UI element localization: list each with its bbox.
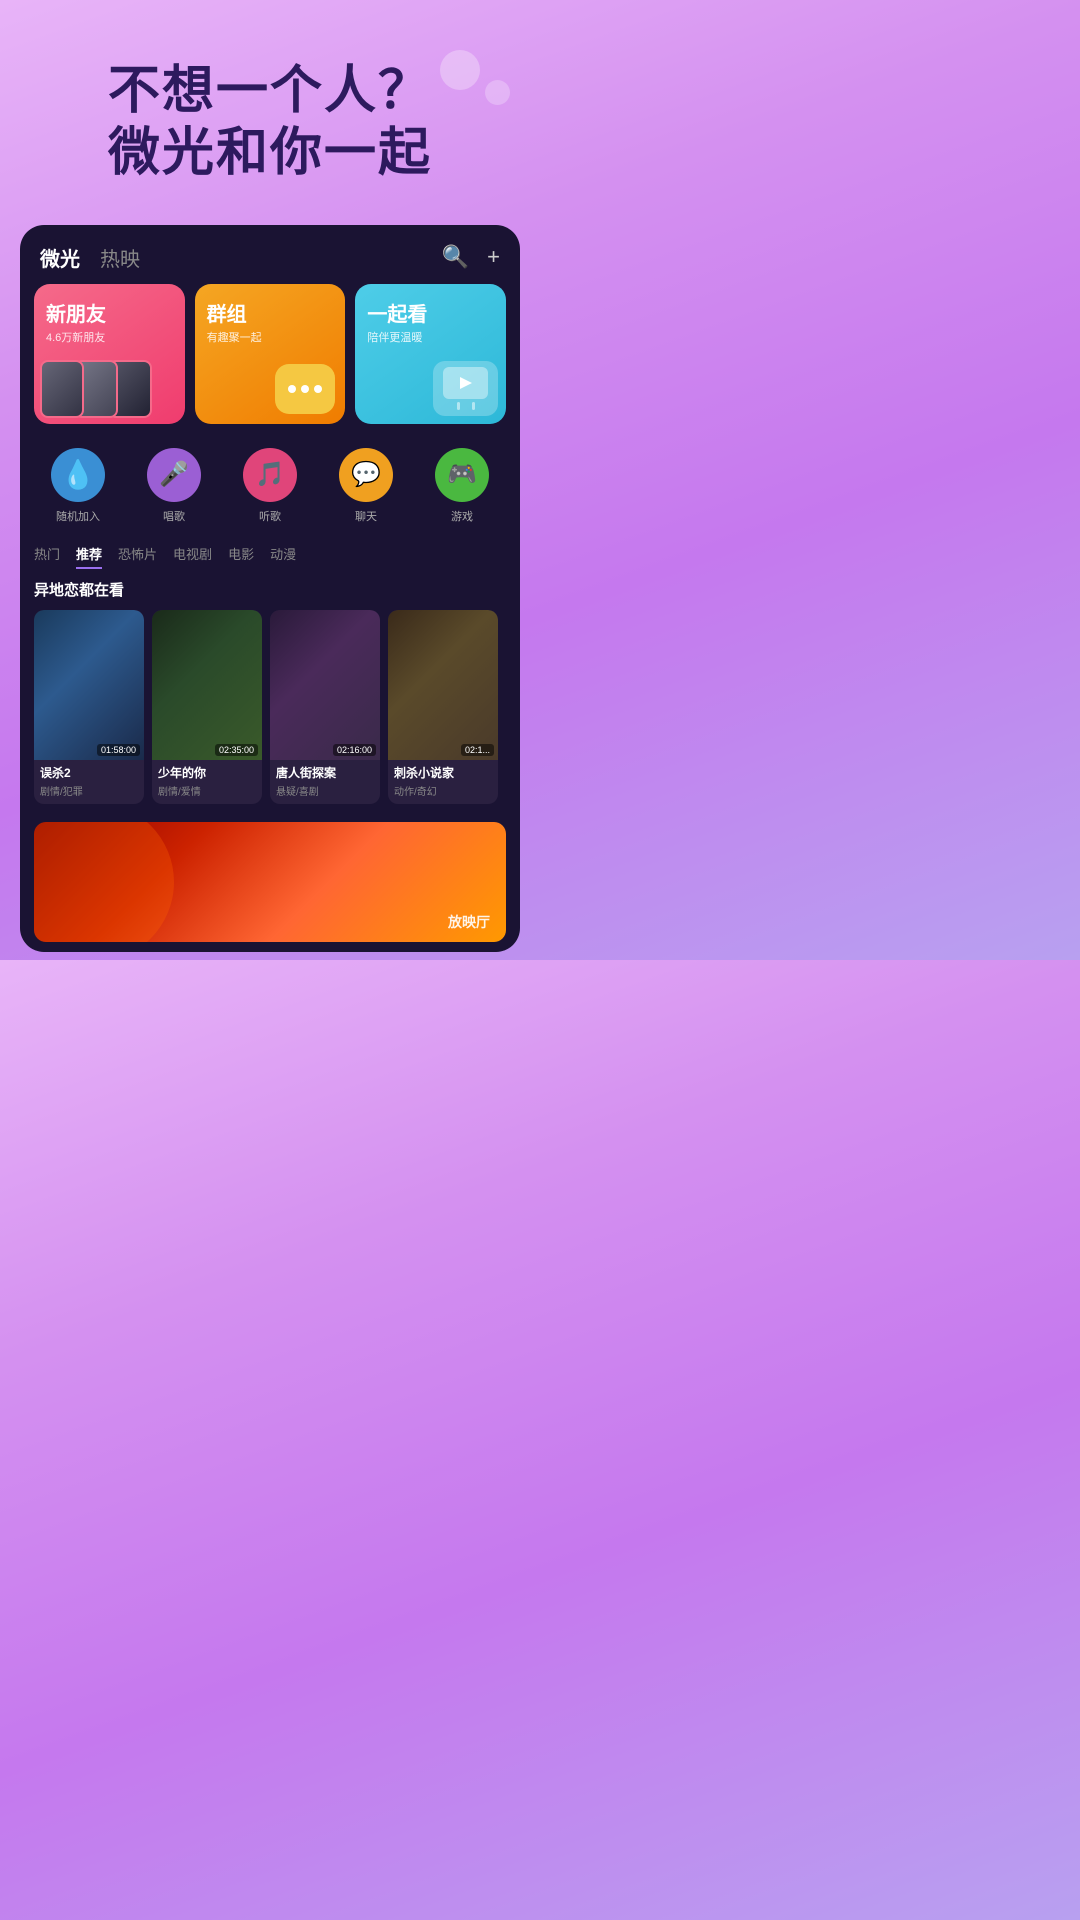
func-sing[interactable]: 🎤 唱歌: [147, 448, 201, 524]
movie-thumb-bg-m3: [270, 610, 380, 760]
movie-genre-m3: 悬疑/喜剧: [270, 783, 380, 804]
new-friends-title: 新朋友: [46, 298, 173, 327]
listen-label: 听歌: [259, 508, 281, 524]
random-join-label: 随机加入: [56, 508, 100, 524]
deco-circle-large: [440, 50, 480, 90]
dot-1: [288, 385, 296, 393]
listen-icon-wrap: 🎵: [243, 448, 297, 502]
movie-thumb-tangrenjie: 02:16:00: [270, 610, 380, 760]
groups-title: 群组: [207, 298, 334, 327]
movie-genre-m4: 动作/奇幻: [388, 783, 498, 804]
cat-tab-anime[interactable]: 动漫: [270, 544, 296, 569]
hero-section: 不想一个人？ 微光和你一起: [0, 0, 540, 215]
movie-card-tangrenjie[interactable]: 02:16:00 唐人街探案 悬疑/喜剧: [270, 610, 380, 804]
dot-2: [301, 385, 309, 393]
movie-card-shaoniandeni[interactable]: 02:35:00 少年的你 剧情/爱情: [152, 610, 262, 804]
chat-icon: 💬: [351, 460, 381, 489]
movies-section: 异地恋都在看 01:58:00 误杀2 剧情/犯罪 02:35:00 少年的你 …: [20, 579, 520, 814]
tv-screen: [443, 367, 488, 399]
chat-icon-wrap: 💬: [339, 448, 393, 502]
movie-thumb-bg-m4: [388, 610, 498, 760]
feature-cards-row: 新朋友 4.6万新朋友 群组 有趣聚一起 一起看 陪伴更温暖: [20, 284, 520, 438]
movie-thumb-bg-m2: [152, 610, 262, 760]
new-friends-sub: 4.6万新朋友: [46, 329, 173, 345]
movie-thumb-cisha: 02:1...: [388, 610, 498, 760]
movie-thumb-shaoniandeni: 02:35:00: [152, 610, 262, 760]
movie-card-wusha2[interactable]: 01:58:00 误杀2 剧情/犯罪: [34, 610, 144, 804]
tv-legs: [457, 402, 475, 410]
deco-circle-small: [485, 80, 510, 105]
cat-tab-recommend[interactable]: 推荐: [76, 544, 102, 569]
bottom-preview[interactable]: 放映厅: [34, 822, 506, 942]
nav-tab-weiguang[interactable]: 微光: [40, 243, 80, 272]
avatar-1: [40, 360, 84, 418]
game-icon-wrap: 🎮: [435, 448, 489, 502]
chat-bubble-icon: [275, 364, 335, 414]
movie-thumb-wusha2: 01:58:00: [34, 610, 144, 760]
swirl-deco: [34, 822, 174, 942]
category-tabs: 热门 推荐 恐怖片 电视剧 电影 动漫: [20, 538, 520, 579]
func-game[interactable]: 🎮 游戏: [435, 448, 489, 524]
game-icon: 🎮: [447, 460, 477, 489]
listen-icon: 🎵: [255, 460, 285, 489]
feature-card-new-friends[interactable]: 新朋友 4.6万新朋友: [34, 284, 185, 424]
movie-row: 01:58:00 误杀2 剧情/犯罪 02:35:00 少年的你 剧情/爱情 0…: [34, 610, 506, 804]
movie-title-m3: 唐人街探案: [270, 760, 380, 783]
nav-actions: 🔍 +: [442, 244, 500, 270]
func-chat[interactable]: 💬 聊天: [339, 448, 393, 524]
chat-label: 聊天: [355, 508, 377, 524]
play-icon: [460, 377, 472, 389]
watch-together-title: 一起看: [367, 298, 494, 327]
function-row: 💧 随机加入 🎤 唱歌 🎵 听歌 💬 聊天 🎮 游戏: [20, 438, 520, 538]
add-icon[interactable]: +: [487, 244, 500, 270]
game-label: 游戏: [451, 508, 473, 524]
groups-sub: 有趣聚一起: [207, 329, 334, 345]
tv-leg-right: [472, 402, 475, 410]
tv-icon: [433, 361, 498, 416]
section-title: 异地恋都在看: [34, 579, 506, 600]
movie-duration-m3: 02:16:00: [333, 744, 376, 756]
feature-card-groups[interactable]: 群组 有趣聚一起: [195, 284, 346, 424]
search-icon[interactable]: 🔍: [442, 244, 469, 270]
cat-tab-hot[interactable]: 热门: [34, 544, 60, 569]
random-join-icon-wrap: 💧: [51, 448, 105, 502]
movie-genre-m1: 剧情/犯罪: [34, 783, 144, 804]
app-card: 微光 热映 🔍 + 新朋友 4.6万新朋友 群组 有趣聚一起: [20, 225, 520, 952]
random-join-icon: 💧: [61, 458, 96, 491]
cat-tab-tv[interactable]: 电视剧: [173, 544, 212, 569]
cat-tab-horror[interactable]: 恐怖片: [118, 544, 157, 569]
sing-icon-wrap: 🎤: [147, 448, 201, 502]
people-stack: [40, 360, 142, 418]
movie-genre-m2: 剧情/爱情: [152, 783, 262, 804]
func-listen[interactable]: 🎵 听歌: [243, 448, 297, 524]
sing-icon: 🎤: [159, 460, 189, 489]
hero-title: 不想一个人？ 微光和你一起: [30, 60, 510, 185]
bottom-preview-label: 放映厅: [448, 912, 490, 932]
movie-title-m1: 误杀2: [34, 760, 144, 783]
nav-bar: 微光 热映 🔍 +: [20, 225, 520, 284]
feature-card-watch-together[interactable]: 一起看 陪伴更温暖: [355, 284, 506, 424]
movie-title-m2: 少年的你: [152, 760, 262, 783]
tv-leg-left: [457, 402, 460, 410]
dot-3: [314, 385, 322, 393]
movie-title-m4: 刺杀小说家: [388, 760, 498, 783]
sing-label: 唱歌: [163, 508, 185, 524]
func-random-join[interactable]: 💧 随机加入: [51, 448, 105, 524]
watch-together-sub: 陪伴更温暖: [367, 329, 494, 345]
movie-duration-m1: 01:58:00: [97, 744, 140, 756]
movie-duration-m2: 02:35:00: [215, 744, 258, 756]
movie-card-cisha[interactable]: 02:1... 刺杀小说家 动作/奇幻: [388, 610, 498, 804]
cat-tab-movie[interactable]: 电影: [228, 544, 254, 569]
movie-thumb-bg-m1: [34, 610, 144, 760]
nav-tab-hotscreen[interactable]: 热映: [100, 243, 140, 272]
movie-duration-m4: 02:1...: [461, 744, 494, 756]
dot-row: [288, 385, 322, 393]
